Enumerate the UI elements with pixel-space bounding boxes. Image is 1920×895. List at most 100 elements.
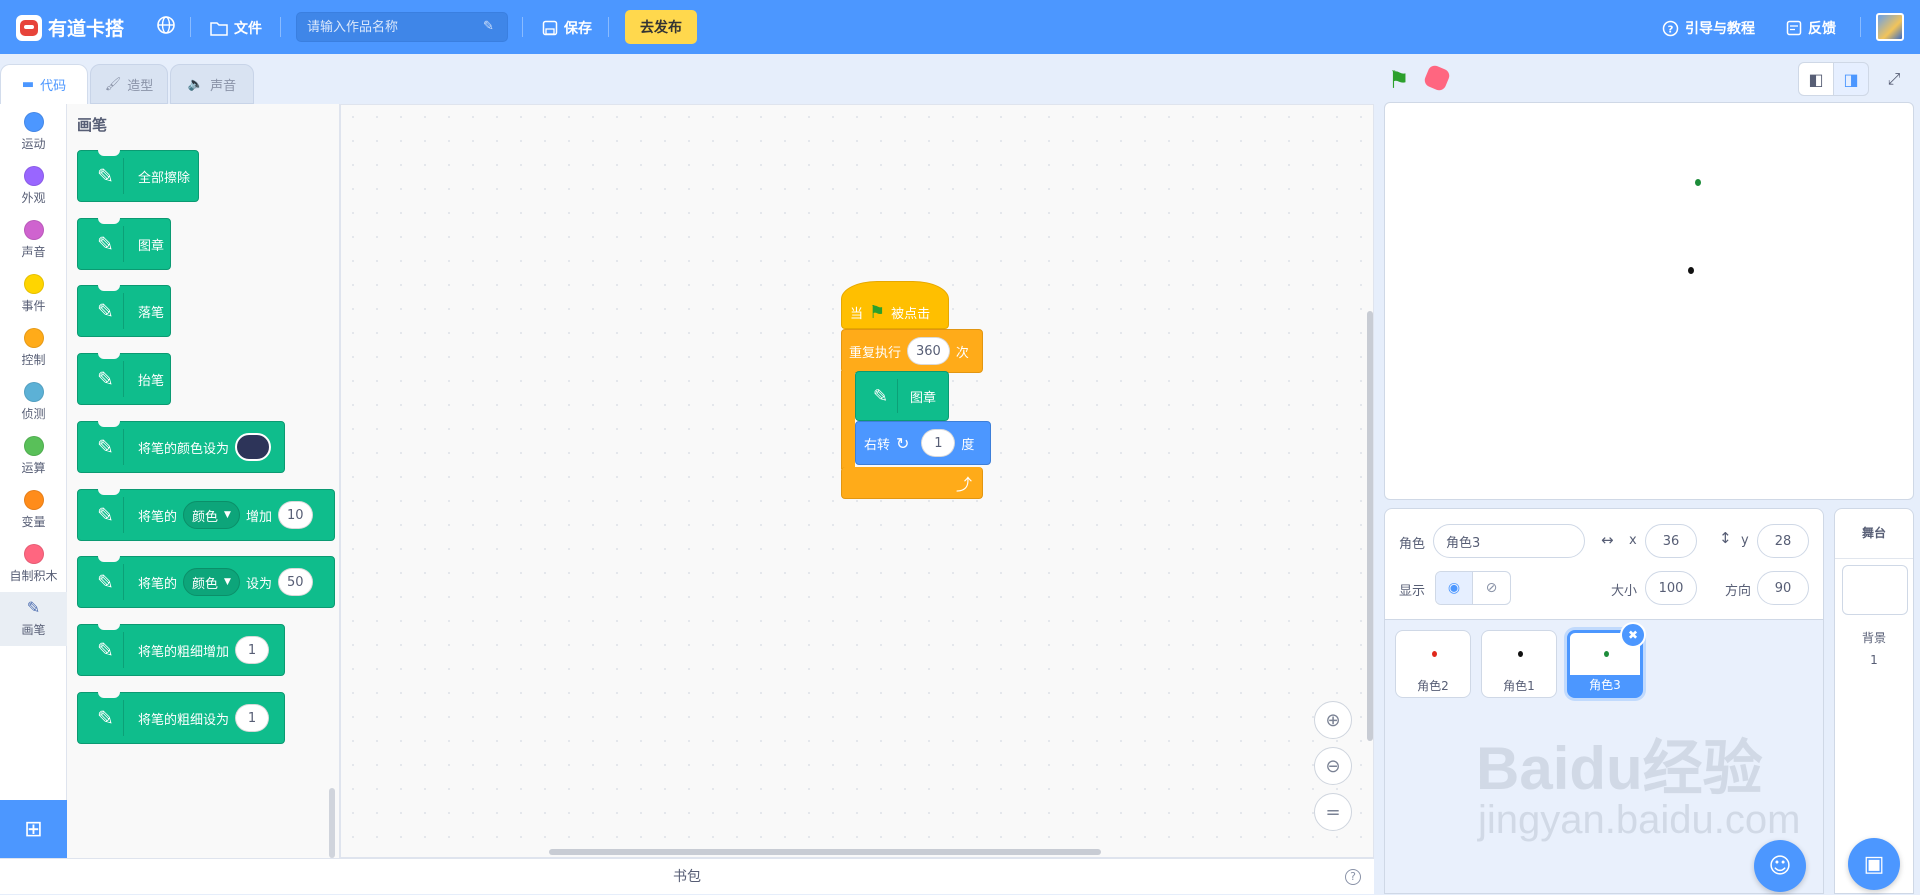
color-picker[interactable] <box>235 433 272 461</box>
green-flag-button[interactable]: ⚑ <box>1388 66 1410 94</box>
block-set-pen-color[interactable]: ✎ 将笔的颜色设为 <box>77 421 285 473</box>
stage-selector[interactable]: 舞台 背景 1 <box>1834 508 1914 894</box>
stage-panel-title: 舞台 <box>1835 509 1913 559</box>
sprite-black-dot[interactable] <box>1688 267 1694 274</box>
backpack-bar[interactable]: 书包 ? <box>0 858 1374 894</box>
divider <box>190 17 191 37</box>
category-pen[interactable]: ✎ 画笔 <box>0 592 67 646</box>
category-looks[interactable]: 外观 <box>0 160 67 214</box>
stamp-block[interactable]: ✎ 图章 <box>855 371 949 421</box>
block-pen-up[interactable]: ✎ 抬笔 <box>77 353 171 405</box>
stage-canvas[interactable] <box>1384 102 1914 500</box>
block-change-pen-size[interactable]: ✎ 将笔的粗细增加 1 <box>77 624 285 676</box>
turn-degrees-input[interactable]: 1 <box>921 429 956 457</box>
save-icon <box>542 20 558 36</box>
sprite-name-input[interactable]: 角色3 <box>1433 524 1585 558</box>
variables-dot-icon <box>23 490 44 510</box>
block-pen-clear[interactable]: ✎ 全部擦除 <box>77 150 199 202</box>
save-button[interactable]: 保存 <box>542 18 592 38</box>
workspace-vertical-scrollbar[interactable] <box>1367 311 1373 741</box>
tab-costume[interactable]: 🖌 造型 <box>90 64 168 104</box>
category-control[interactable]: 控制 <box>0 322 67 376</box>
palette-scrollbar[interactable] <box>329 788 335 858</box>
block-change-pen-param[interactable]: ✎ 将笔的 颜色 ▼ 增加 10 <box>77 489 335 541</box>
stop-button[interactable] <box>1422 63 1452 93</box>
workspace-horizontal-scrollbar[interactable] <box>549 849 1101 855</box>
guide-button[interactable]: ? 引导与教程 <box>1662 18 1755 38</box>
small-stage-button[interactable]: ◧ <box>1798 62 1834 96</box>
number-input[interactable]: 1 <box>235 704 270 732</box>
zoom-reset-button[interactable]: = <box>1314 793 1352 831</box>
hide-button[interactable]: ⊘ <box>1473 572 1510 604</box>
sprite-green-dot[interactable] <box>1695 179 1701 186</box>
y-input[interactable]: 28 <box>1757 524 1809 558</box>
block-notch <box>98 556 120 562</box>
project-title-input[interactable] <box>296 12 508 42</box>
normal-stage-button[interactable]: ◨ <box>1833 62 1869 96</box>
publish-button[interactable]: 去发布 <box>625 10 697 44</box>
stage-thumbnail[interactable] <box>1842 565 1908 615</box>
app-logo[interactable]: 有道卡搭 <box>16 14 124 41</box>
direction-input[interactable]: 90 <box>1757 571 1809 605</box>
sprite-card[interactable]: 角色1 <box>1481 630 1557 698</box>
pen-icon: ✎ <box>864 379 898 413</box>
add-sprite-button[interactable]: ☺ <box>1754 840 1806 892</box>
category-operators[interactable]: 运算 <box>0 430 67 484</box>
feedback-button[interactable]: 反馈 <box>1786 18 1836 38</box>
category-variables[interactable]: 变量 <box>0 484 67 538</box>
turn-right-block[interactable]: 右转 ↻ 1 度 <box>855 421 991 465</box>
block-label: 将笔的颜色设为 <box>138 441 230 457</box>
number-input[interactable]: 50 <box>277 568 313 596</box>
sprite-card[interactable]: 角色2 <box>1395 630 1471 698</box>
globe-icon[interactable] <box>156 15 176 40</box>
when-flag-clicked-block[interactable]: 当 ⚑ 被点击 <box>841 281 949 329</box>
category-motion[interactable]: 运动 <box>0 106 67 160</box>
help-icon[interactable]: ? <box>1345 869 1361 885</box>
tab-sound[interactable]: 🔈 声音 <box>170 64 254 104</box>
palette-title: 画笔 <box>77 116 108 134</box>
small-stage-icon: ◧ <box>1808 69 1824 89</box>
fullscreen-button[interactable]: ⤢ <box>1876 62 1912 96</box>
show-button[interactable]: ◉ <box>1436 572 1474 604</box>
file-menu[interactable]: 文件 <box>210 18 262 38</box>
category-menu: 运动 外观 声音 事件 控制 侦测 运算 变量 自制积木 ✎ 画笔 <box>0 104 67 858</box>
script-workspace[interactable]: 当 ⚑ 被点击 重复执行 360 次 ✎ 图章 右转 ↻ 1 度 ⤴ ⊕ ⊖ = <box>340 104 1374 858</box>
category-events[interactable]: 事件 <box>0 268 67 322</box>
param-dropdown[interactable]: 颜色 ▼ <box>183 568 240 596</box>
block-pen-stamp[interactable]: ✎ 图章 <box>77 218 171 270</box>
category-sound[interactable]: 声音 <box>0 214 67 268</box>
block-pen-down[interactable]: ✎ 落笔 <box>77 285 171 337</box>
category-label: 声音 <box>21 245 46 259</box>
number-input[interactable]: 1 <box>235 636 270 664</box>
sprite-thumbnail <box>1432 651 1437 657</box>
param-dropdown[interactable]: 颜色 ▼ <box>183 501 240 529</box>
trash-icon: ✖ <box>1627 628 1639 642</box>
repeat-count-input[interactable]: 360 <box>907 337 950 365</box>
user-avatar[interactable] <box>1876 13 1904 41</box>
number-input[interactable]: 10 <box>277 501 313 529</box>
repeat-block[interactable]: 重复执行 360 次 <box>841 329 983 373</box>
events-dot-icon <box>23 274 44 294</box>
block-notch <box>98 285 120 291</box>
backdrop-label: 背景 <box>1861 631 1886 645</box>
block-label: 被点击 <box>891 306 931 322</box>
my-blocks-dot-icon <box>23 544 44 564</box>
tab-sound-label: 声音 <box>210 78 237 94</box>
block-set-pen-param[interactable]: ✎ 将笔的 颜色 ▼ 设为 50 <box>77 556 335 608</box>
size-input[interactable]: 100 <box>1645 571 1697 605</box>
delete-sprite-button[interactable]: ✖ <box>1620 622 1646 648</box>
block-set-pen-size[interactable]: ✎ 将笔的粗细设为 1 <box>77 692 285 744</box>
add-extension-button[interactable]: ⊞ <box>0 800 67 858</box>
tab-code[interactable]: ▬ 代码 <box>0 64 88 104</box>
add-backdrop-button[interactable]: ▣ <box>1848 838 1900 890</box>
zoom-out-button[interactable]: ⊖ <box>1314 747 1352 785</box>
x-input[interactable]: 36 <box>1645 524 1697 558</box>
pen-icon: ✎ <box>26 598 41 617</box>
block-notch <box>98 489 120 495</box>
category-my-blocks[interactable]: 自制积木 <box>0 538 67 592</box>
repeat-block-end: ⤴ <box>841 467 983 499</box>
feedback-icon <box>1786 20 1802 36</box>
zoom-in-button[interactable]: ⊕ <box>1314 701 1352 739</box>
block-label: 重复执行 <box>849 345 902 361</box>
category-sensing[interactable]: 侦测 <box>0 376 67 430</box>
